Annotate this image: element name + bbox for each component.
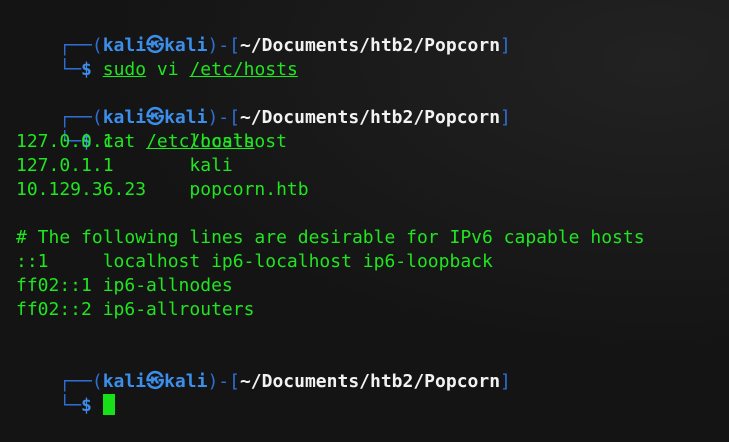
prompt-host: kali: [164, 107, 208, 128]
text-cursor[interactable]: [102, 394, 115, 415]
prompt-frame: ┌──(: [59, 107, 103, 128]
prompt-line: ┌──(kali㉿kali)-[~/Documents/htb2/Popcorn…: [16, 82, 729, 128]
prompt-frame: ]: [500, 107, 511, 128]
output-line: 10.129.36.23 popcorn.htb: [16, 179, 309, 200]
prompt-user: kali: [102, 371, 147, 392]
prompt-user: kali: [102, 107, 147, 128]
output-line: ff02::2 ip6-allrouters: [16, 299, 255, 320]
prompt-frame: ┌──(: [59, 371, 103, 392]
prompt-frame: )-[: [207, 107, 240, 128]
output-line: 127.0.0.1 localhost: [16, 131, 287, 152]
command-text: vi: [146, 59, 190, 80]
prompt-frame: )-[: [207, 35, 240, 56]
prompt-line: ┌──(kali㉿kali)-[~/Documents/htb2/Popcorn…: [16, 10, 729, 56]
command-name: sudo: [102, 59, 147, 80]
prompt-frame: └─: [59, 395, 82, 416]
prompt-host: kali: [164, 35, 208, 56]
prompt-dollar: $: [81, 395, 92, 416]
prompt-frame: ]: [500, 371, 511, 392]
prompt-path: ~/Documents/htb2/Popcorn: [239, 107, 501, 128]
prompt-frame: )-[: [207, 371, 240, 392]
prompt-line: ┌──(kali㉿kali)-[~/Documents/htb2/Popcorn…: [16, 346, 729, 392]
output-line: ff02::1 ip6-allnodes: [16, 275, 233, 296]
prompt-frame: ┌──(: [59, 35, 103, 56]
command-argument: /etc/hosts: [189, 59, 298, 80]
prompt-host: kali: [164, 371, 208, 392]
prompt-path: ~/Documents/htb2/Popcorn: [239, 35, 501, 56]
skull-icon: ㉿: [146, 35, 165, 56]
prompt-frame: ]: [500, 35, 511, 56]
output-line: 127.0.1.1 kali: [16, 155, 233, 176]
skull-icon: ㉿: [146, 107, 165, 128]
prompt-dollar: $: [81, 59, 92, 80]
skull-icon: ㉿: [146, 371, 165, 392]
output-line: # The following lines are desirable for …: [16, 227, 645, 248]
prompt-user: kali: [102, 35, 147, 56]
prompt-frame: └─: [59, 59, 82, 80]
prompt-path: ~/Documents/htb2/Popcorn: [239, 371, 501, 392]
output-line: ::1 localhost ip6-localhost ip6-loopback: [16, 251, 493, 272]
terminal-window[interactable]: ┌──(kali㉿kali)-[~/Documents/htb2/Popcorn…: [0, 0, 729, 416]
